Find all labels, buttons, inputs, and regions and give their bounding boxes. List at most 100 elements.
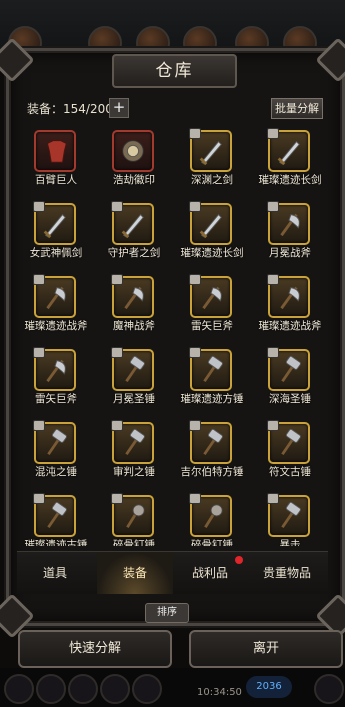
inventory-item[interactable]: 吉尔伯特方锤	[173, 418, 251, 488]
lock-icon	[267, 274, 279, 285]
leave-button[interactable]: 离开	[189, 630, 343, 668]
item-name: 碎骨钉锤	[113, 539, 155, 546]
item-slot[interactable]	[111, 420, 154, 464]
item-slot[interactable]	[111, 201, 154, 245]
lock-icon	[267, 493, 279, 504]
batch-decompose-button[interactable]: 批量分解	[271, 98, 323, 119]
inventory-item[interactable]: 月冕圣锤	[95, 345, 173, 415]
item-slot[interactable]	[189, 347, 232, 391]
bottom-skill-icon[interactable]	[68, 674, 98, 704]
item-slot[interactable]	[267, 201, 310, 245]
quick-decompose-button[interactable]: 快速分解	[18, 630, 172, 668]
item-name: 深海圣锤	[269, 393, 311, 405]
item-slot[interactable]	[33, 274, 76, 318]
expand-capacity-button[interactable]: +	[109, 98, 129, 118]
inventory-item[interactable]: 深海圣锤	[251, 345, 328, 415]
lock-icon	[267, 347, 279, 358]
item-name: 璀璨遗迹战斧	[24, 320, 88, 332]
inventory-item[interactable]: 璀璨遗迹战斧	[17, 272, 95, 342]
lock-icon	[189, 274, 201, 285]
lock-icon	[111, 493, 123, 504]
lock-icon	[33, 420, 45, 431]
inventory-item[interactable]: 碎骨钉锤	[173, 491, 251, 546]
item-name: 璀璨遗迹长剑	[258, 174, 322, 186]
lock-icon	[33, 347, 45, 358]
item-slot[interactable]	[267, 493, 310, 537]
bottom-skill-icon[interactable]	[100, 674, 130, 704]
inventory-item[interactable]: 雷矢巨斧	[17, 345, 95, 415]
inventory-grid[interactable]: 百臂巨人 浩劫徽印 深渊之剑 璀璨遗迹长剑 女武神佩剑 守护者之剑 璀璨遗迹长剑 月冕战斧 璀璨…	[17, 124, 328, 546]
bottom-skill-icon[interactable]	[132, 674, 162, 704]
sort-button[interactable]: 排序	[145, 603, 189, 623]
item-slot[interactable]	[267, 420, 310, 464]
item-slot[interactable]	[189, 128, 232, 172]
item-name: 百臂巨人	[35, 174, 77, 186]
item-slot[interactable]	[267, 128, 310, 172]
lock-icon	[111, 274, 123, 285]
page-title: 仓库	[112, 54, 237, 88]
inventory-item[interactable]: 璀璨遗迹长剑	[251, 126, 328, 196]
inventory-item[interactable]: 百臂巨人	[17, 126, 95, 196]
item-name: 月冕战斧	[269, 247, 311, 259]
lock-icon	[267, 128, 279, 139]
item-slot[interactable]	[189, 201, 232, 245]
item-slot[interactable]	[267, 347, 310, 391]
item-slot[interactable]	[34, 130, 76, 172]
item-name: 守护者之剑	[107, 247, 161, 259]
inventory-item[interactable]: 月冕战斧	[251, 199, 328, 269]
item-slot[interactable]	[112, 130, 154, 172]
item-name: 深渊之剑	[191, 174, 233, 186]
item-slot[interactable]	[111, 347, 154, 391]
tab-valuables[interactable]: 贵重物品	[249, 552, 325, 594]
lock-icon	[111, 420, 123, 431]
item-name: 雷矢巨斧	[35, 393, 77, 405]
lock-icon	[267, 201, 279, 212]
inventory-item[interactable]: 混沌之锤	[17, 418, 95, 488]
inventory-item[interactable]: 深渊之剑	[173, 126, 251, 196]
inventory-item[interactable]: 璀璨遗迹战斧	[251, 272, 328, 342]
inventory-item[interactable]: 璀璨遗迹古锤	[17, 491, 95, 546]
item-slot[interactable]	[33, 493, 76, 537]
inventory-item[interactable]: 碎骨钉锤	[95, 491, 173, 546]
item-name: 符文古锤	[269, 466, 311, 478]
inventory-item[interactable]: 守护者之剑	[95, 199, 173, 269]
tab-equipment[interactable]: 装备	[97, 552, 173, 594]
item-slot[interactable]	[111, 274, 154, 318]
bottom-skill-icon[interactable]	[36, 674, 66, 704]
inventory-item[interactable]: 璀璨遗迹长剑	[173, 199, 251, 269]
item-slot[interactable]	[33, 347, 76, 391]
item-name: 碎骨钉锤	[191, 539, 233, 546]
item-slot[interactable]	[33, 201, 76, 245]
gem-counter: 2036	[246, 676, 292, 698]
inventory-item[interactable]: 审判之锤	[95, 418, 173, 488]
inventory-item[interactable]: 魔神战斧	[95, 272, 173, 342]
item-name: 审判之锤	[113, 466, 155, 478]
item-slot[interactable]	[189, 420, 232, 464]
item-name: 吉尔伯特方锤	[180, 466, 244, 478]
lock-icon	[189, 347, 201, 358]
item-name: 暴击	[279, 539, 301, 546]
item-name: 月冕圣锤	[113, 393, 155, 405]
item-slot[interactable]	[267, 274, 310, 318]
tab-items[interactable]: 道具	[17, 552, 93, 594]
item-slot[interactable]	[111, 493, 154, 537]
item-slot[interactable]	[189, 493, 232, 537]
item-name: 混沌之锤	[35, 466, 77, 478]
lock-icon	[189, 493, 201, 504]
item-slot[interactable]	[189, 274, 232, 318]
item-name: 璀璨遗迹方锤	[180, 393, 244, 405]
item-name: 璀璨遗迹古锤	[24, 539, 88, 546]
item-name: 璀璨遗迹长剑	[180, 247, 244, 259]
lock-icon	[189, 201, 201, 212]
item-name: 女武神佩剑	[29, 247, 83, 259]
inventory-item[interactable]: 符文古锤	[251, 418, 328, 488]
lock-icon	[267, 420, 279, 431]
inventory-item[interactable]: 雷矢巨斧	[173, 272, 251, 342]
bottom-skill-icon[interactable]	[4, 674, 34, 704]
inventory-item[interactable]: 浩劫徽印	[95, 126, 173, 196]
inventory-item[interactable]: 暴击	[251, 491, 328, 546]
inventory-item[interactable]: 女武神佩剑	[17, 199, 95, 269]
bottom-menu-icon[interactable]	[314, 674, 344, 704]
item-slot[interactable]	[33, 420, 76, 464]
inventory-item[interactable]: 璀璨遗迹方锤	[173, 345, 251, 415]
